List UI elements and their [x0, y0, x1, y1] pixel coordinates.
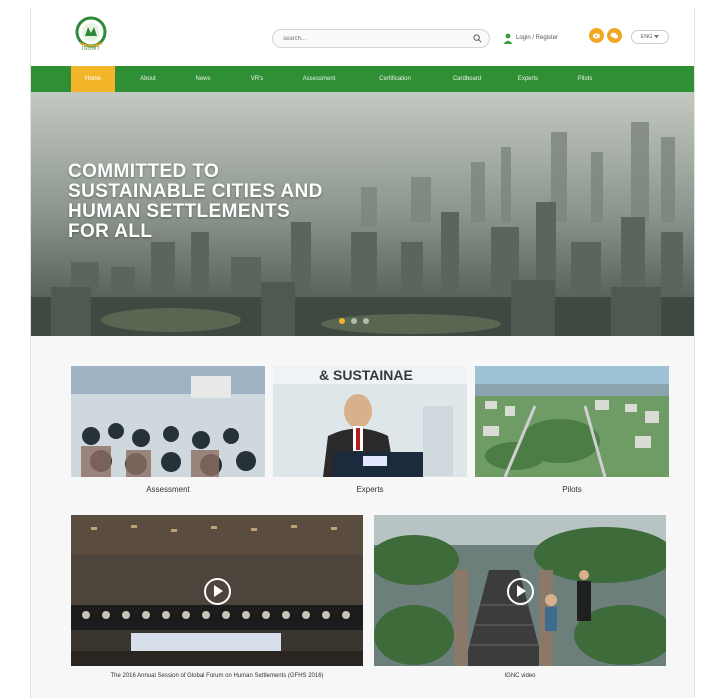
- logo-emblem-icon: [75, 16, 107, 48]
- language-label: ENG: [640, 34, 653, 40]
- pilots-photo[interactable]: [475, 366, 669, 477]
- video-ignc[interactable]: IGNC video: [374, 515, 666, 679]
- nav-item-vrs[interactable]: VR's: [235, 66, 279, 92]
- carousel-dot-1[interactable]: [339, 318, 345, 324]
- nav-item-home[interactable]: Home: [71, 66, 115, 92]
- header: ISOMT Login / Register ENG: [31, 8, 694, 66]
- chevron-down-icon: [654, 35, 660, 39]
- hero-banner[interactable]: COMMITTED TO SUSTAINABLE CITIES AND HUMA…: [31, 92, 694, 336]
- nav-item-cardboard[interactable]: Cardboard: [441, 66, 493, 92]
- nav-item-experts[interactable]: Experts: [505, 66, 551, 92]
- site-logo[interactable]: ISOMT: [69, 16, 113, 60]
- user-login[interactable]: Login / Register: [503, 31, 558, 45]
- play-button[interactable]: [507, 577, 534, 605]
- nav-item-certification[interactable]: Certification: [361, 66, 429, 92]
- card-experts[interactable]: & SUSTAINAE Experts: [273, 366, 467, 494]
- social-links: [589, 28, 622, 43]
- search-input[interactable]: [283, 33, 453, 45]
- page-frame: ISOMT Login / Register ENG: [30, 8, 695, 698]
- video-caption-ignc[interactable]: IGNC video: [374, 673, 666, 679]
- nav-item-pilots[interactable]: Pilots: [563, 66, 607, 92]
- logo-text: ISOMT: [81, 46, 101, 52]
- carousel-dot-3[interactable]: [363, 318, 369, 324]
- ignc-video-thumbnail[interactable]: [374, 515, 666, 666]
- search-icon[interactable]: [473, 34, 482, 43]
- card-caption-pilots[interactable]: Pilots: [475, 485, 669, 494]
- nav-item-assessment[interactable]: Assessment: [289, 66, 349, 92]
- carousel-dots: [339, 318, 369, 324]
- video-gfhs-2016[interactable]: The 2016 Annual Session of Global Forum …: [71, 515, 363, 679]
- user-icon: [503, 33, 513, 44]
- play-button[interactable]: [204, 577, 231, 605]
- card-caption-assessment[interactable]: Assessment: [71, 485, 265, 494]
- carousel-dot-2[interactable]: [351, 318, 357, 324]
- card-assessment[interactable]: Assessment: [71, 366, 265, 494]
- card-pilots[interactable]: Pilots: [475, 366, 669, 494]
- weibo-icon[interactable]: [589, 28, 604, 43]
- login-register-link[interactable]: Login / Register: [516, 35, 558, 41]
- nav-item-about[interactable]: About: [126, 66, 170, 92]
- experts-banner-text: & SUSTAINAE: [319, 367, 413, 383]
- content-area: Assessment & SUSTAINAE Experts Pilots Th…: [31, 336, 694, 698]
- video-caption-gfhs[interactable]: The 2016 Annual Session of Global Forum …: [71, 673, 363, 679]
- play-icon: [213, 585, 223, 597]
- gfhs-video-thumbnail[interactable]: [71, 515, 363, 666]
- card-caption-experts[interactable]: Experts: [273, 485, 467, 494]
- hero-title: COMMITTED TO SUSTAINABLE CITIES AND HUMA…: [68, 161, 323, 242]
- experts-photo[interactable]: & SUSTAINAE: [273, 366, 467, 477]
- play-icon: [516, 585, 526, 597]
- nav-item-news[interactable]: News: [181, 66, 225, 92]
- wechat-icon[interactable]: [607, 28, 622, 43]
- language-select[interactable]: ENG: [631, 30, 669, 44]
- search-box[interactable]: [272, 29, 490, 48]
- assessment-photo[interactable]: [71, 366, 265, 477]
- main-nav: Home About News VR's Assessment Certific…: [31, 66, 694, 92]
